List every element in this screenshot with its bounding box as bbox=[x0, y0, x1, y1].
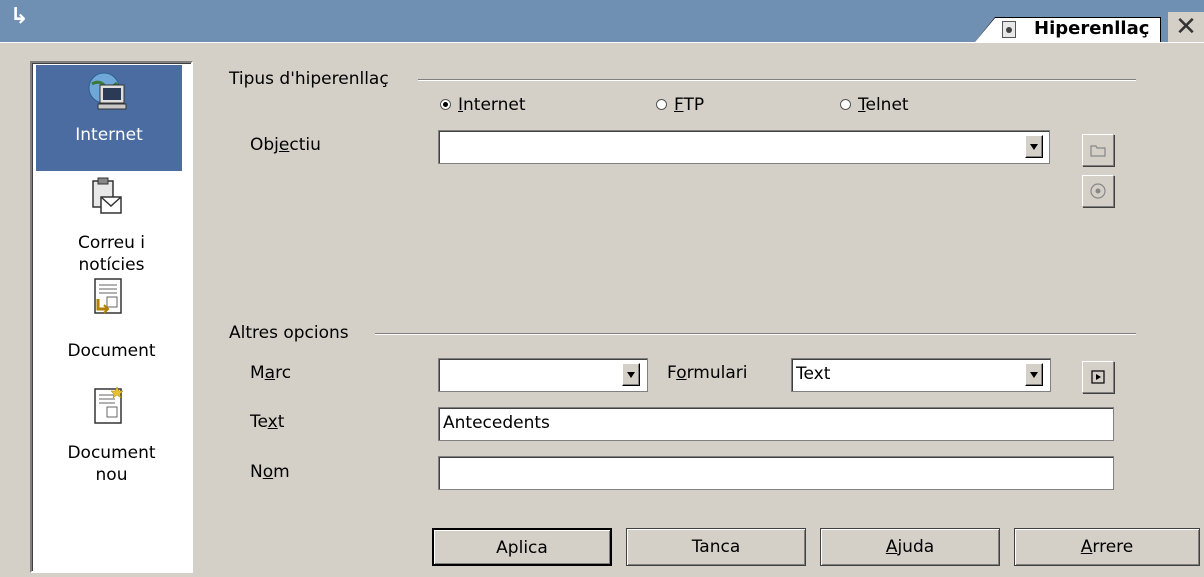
globe-monitor-icon bbox=[88, 72, 127, 110]
corner-arrow-icon: ↳ bbox=[10, 4, 29, 29]
frame-combo-input[interactable] bbox=[438, 358, 648, 392]
frame-label: Marc bbox=[250, 363, 292, 383]
target-in-document-button[interactable] bbox=[1082, 175, 1114, 207]
radio-button[interactable] bbox=[656, 99, 667, 110]
name-label: Nom bbox=[250, 462, 290, 482]
text-input[interactable]: Antecedents bbox=[438, 407, 1114, 441]
sidebar-item-new-document[interactable]: Document nou bbox=[32, 383, 191, 493]
open-file-button[interactable] bbox=[1082, 134, 1114, 166]
help-button[interactable]: Ajuda bbox=[820, 528, 1000, 566]
sidebar-item-label-line2: nou bbox=[95, 465, 128, 485]
back-button[interactable]: Arrere bbox=[1014, 528, 1200, 566]
document-icon bbox=[1002, 21, 1016, 38]
sidebar-item-document[interactable]: Document bbox=[32, 277, 191, 363]
section-divider bbox=[418, 79, 1136, 81]
target-icon bbox=[1090, 183, 1106, 199]
events-button[interactable] bbox=[1082, 361, 1114, 393]
target-combo-input[interactable] bbox=[438, 130, 1050, 164]
sidebar-item-mail-news[interactable]: Correu i notícies bbox=[32, 175, 191, 275]
frame-dropdown-button[interactable] bbox=[622, 363, 640, 386]
sidebar-item-label-line1: Document bbox=[67, 443, 156, 463]
new-document-icon bbox=[94, 386, 124, 424]
text-label: Text bbox=[250, 412, 285, 432]
apply-button[interactable]: Aplica bbox=[432, 528, 612, 566]
events-icon bbox=[1091, 370, 1105, 384]
form-label: Formulari bbox=[667, 363, 748, 383]
radio-button[interactable] bbox=[840, 99, 851, 110]
document-link-icon bbox=[94, 278, 122, 314]
sidebar-item-label: Document bbox=[67, 341, 156, 361]
hyperlink-type-legend: Tipus d'hiperenllaç bbox=[229, 69, 389, 89]
mail-clipboard-icon bbox=[92, 177, 122, 214]
close-button[interactable]: ✕ bbox=[1168, 12, 1204, 42]
name-input[interactable] bbox=[438, 456, 1114, 490]
category-sidebar: Internet Correu i notícies Document Docu… bbox=[30, 61, 193, 573]
target-dropdown-button[interactable] bbox=[1025, 135, 1043, 158]
form-combo-input[interactable]: Text bbox=[791, 358, 1051, 392]
close-dialog-button[interactable]: Tanca bbox=[626, 528, 806, 566]
window-title: Hiperenllaç bbox=[1034, 18, 1150, 39]
other-options-legend: Altres opcions bbox=[229, 323, 349, 343]
folder-icon bbox=[1090, 145, 1106, 157]
sidebar-item-label: Internet bbox=[75, 125, 143, 145]
radio-button[interactable] bbox=[440, 99, 451, 110]
radio-label-ftp: FTP bbox=[674, 95, 705, 115]
sidebar-item-label-line2: notícies bbox=[78, 255, 145, 275]
form-dropdown-button[interactable] bbox=[1025, 363, 1043, 386]
target-label: Objectiu bbox=[250, 135, 321, 155]
radio-label-telnet: Telnet bbox=[858, 95, 909, 115]
radio-label-internet: Internet bbox=[458, 95, 526, 115]
sidebar-item-internet[interactable]: Internet bbox=[32, 65, 191, 171]
sidebar-item-label-line1: Correu i bbox=[78, 233, 145, 253]
section-divider bbox=[375, 333, 1136, 335]
